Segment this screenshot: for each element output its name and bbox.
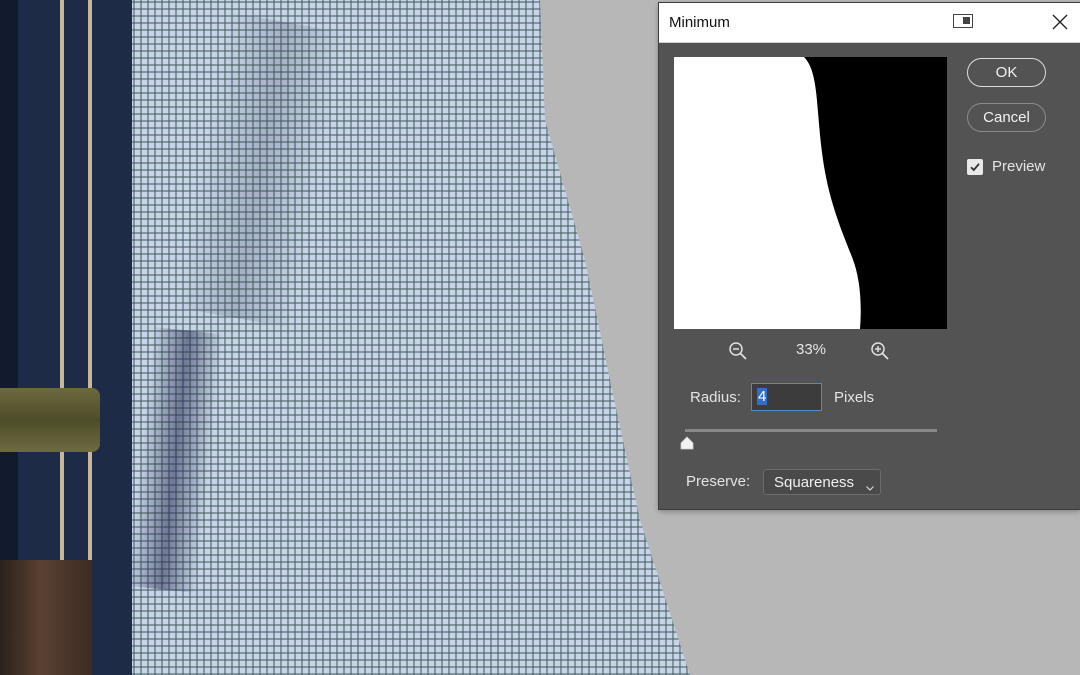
leather-strap <box>0 560 92 675</box>
preserve-select-value: Squareness <box>774 474 855 491</box>
radius-input[interactable]: 4 <box>751 383 822 411</box>
close-icon[interactable] <box>1051 13 1069 31</box>
dialog-title: Minimum <box>669 14 730 31</box>
radius-unit-label: Pixels <box>834 389 875 406</box>
checkmark-icon <box>970 163 980 172</box>
preserve-select[interactable]: Squareness <box>763 469 881 495</box>
zoom-in-icon[interactable] <box>870 341 890 361</box>
suspender-buckle <box>0 388 100 452</box>
dialog-titlebar[interactable]: Minimum <box>659 3 1080 43</box>
cancel-button[interactable]: Cancel <box>967 103 1046 132</box>
zoom-out-icon[interactable] <box>728 341 748 361</box>
preview-label: Preview <box>992 158 1046 175</box>
zoom-controls: 33% <box>674 337 947 363</box>
radius-label: Radius: <box>690 389 741 406</box>
slider-thumb-icon[interactable] <box>680 435 694 450</box>
snap-layout-icon[interactable] <box>953 13 973 28</box>
minimum-filter-dialog: Minimum 33% Radius: 4 Pixels Preserve: S… <box>659 3 1080 509</box>
ok-button[interactable]: OK <box>967 58 1046 87</box>
chevron-down-icon <box>865 478 875 491</box>
radius-slider-track[interactable] <box>685 429 937 432</box>
preserve-label: Preserve: <box>686 473 751 490</box>
radius-value: 4 <box>757 388 768 405</box>
preview-checkbox[interactable] <box>967 159 983 175</box>
filter-preview[interactable] <box>674 57 947 329</box>
zoom-level: 33% <box>795 341 827 358</box>
